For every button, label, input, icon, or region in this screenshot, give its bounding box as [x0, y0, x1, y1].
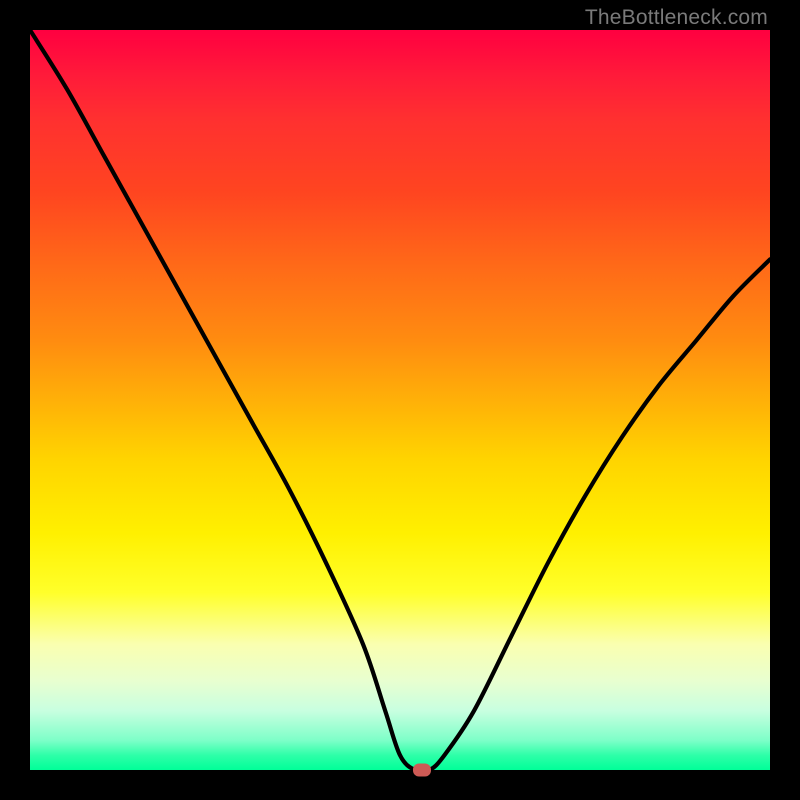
credit-text: TheBottleneck.com — [585, 6, 768, 30]
curve-svg — [30, 30, 770, 770]
chart-frame: TheBottleneck.com — [0, 0, 800, 800]
bottleneck-curve — [30, 30, 770, 770]
plot-area — [30, 30, 770, 770]
optimum-marker — [413, 764, 431, 777]
